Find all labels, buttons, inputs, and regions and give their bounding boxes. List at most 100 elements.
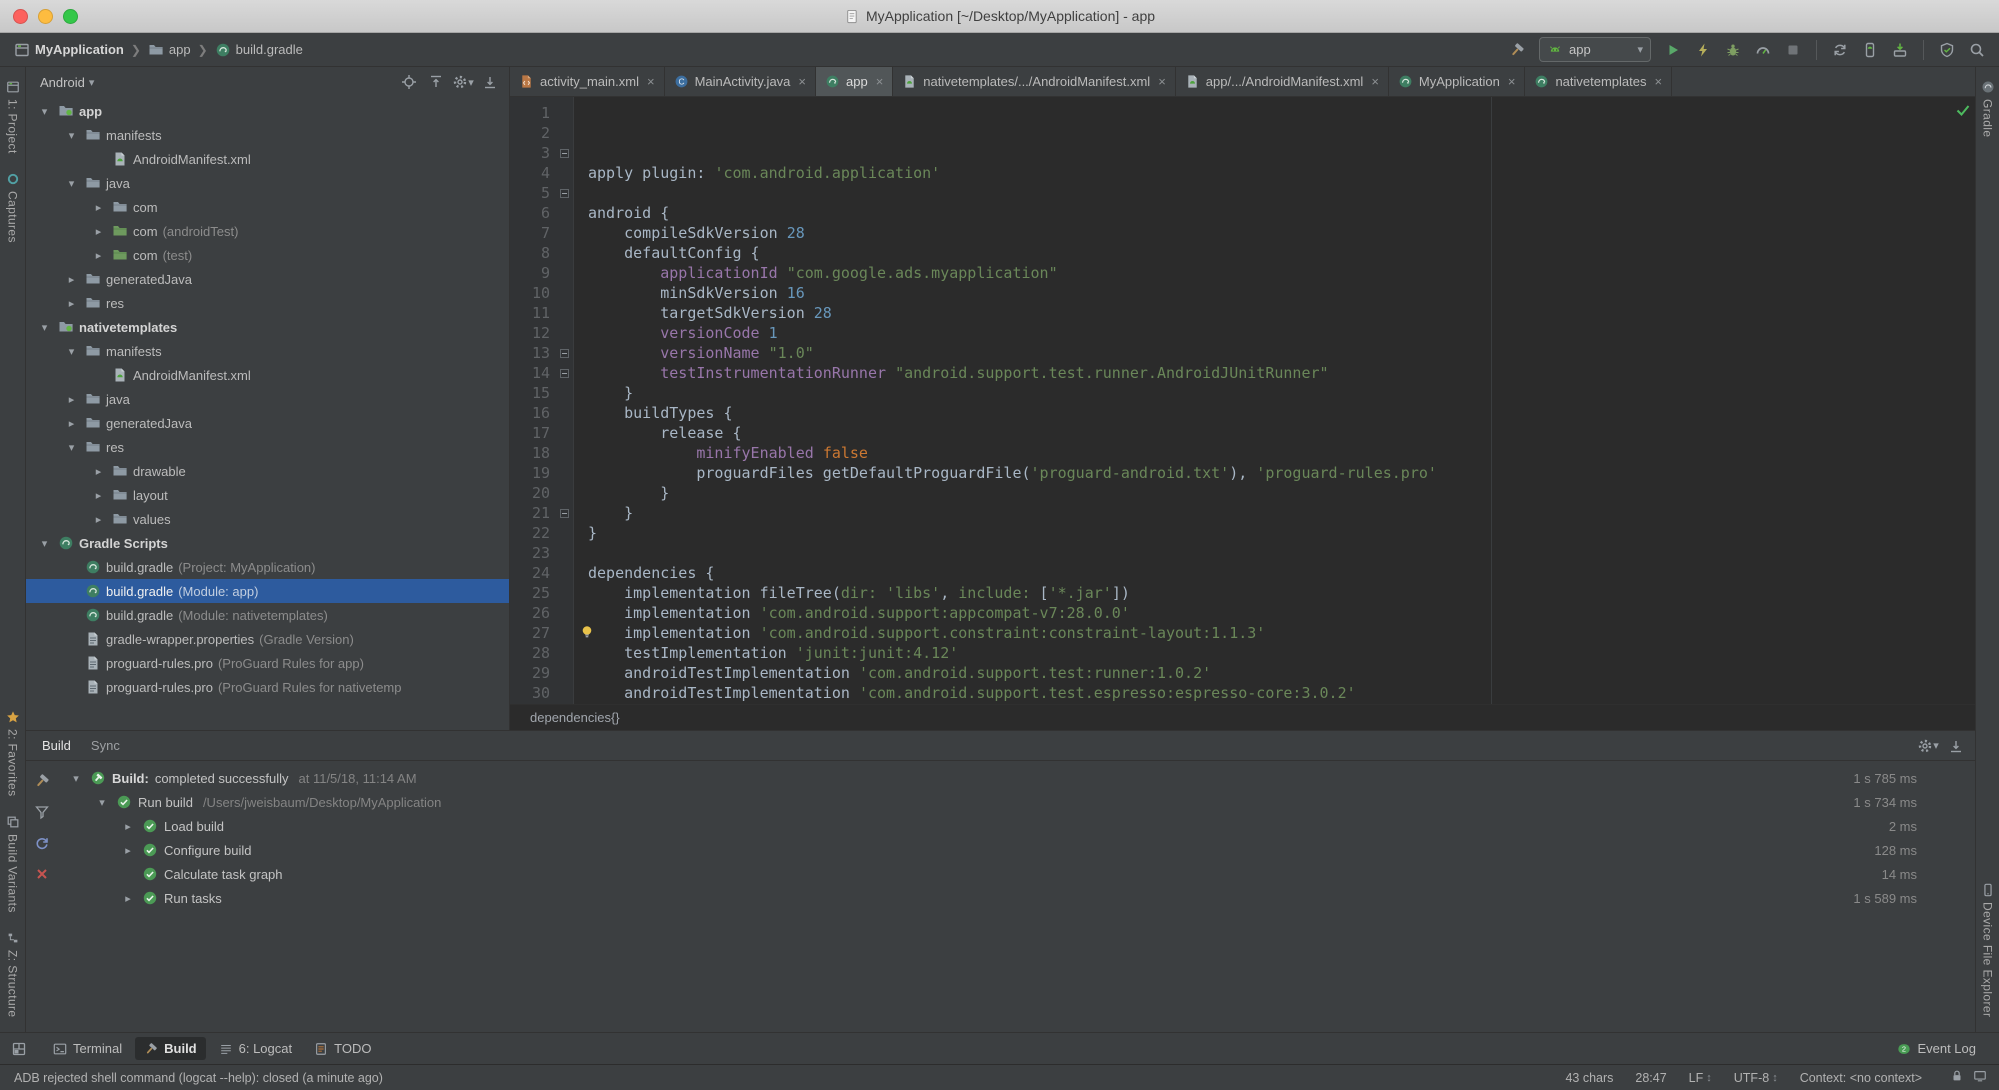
build-panel-tab-build[interactable]: Build xyxy=(42,738,71,753)
stop-build-button[interactable] xyxy=(32,864,52,884)
code-editor[interactable]: apply plugin: 'com.android.application' a… xyxy=(574,97,1975,704)
tool-button-z-structure[interactable]: Z: Structure xyxy=(6,922,20,1026)
build-tree-row-run-tasks[interactable]: ▸ Run tasks 1 s 589 ms xyxy=(58,886,1975,910)
tree-expanded-arrow-icon[interactable]: ▾ xyxy=(63,129,80,142)
fold-marker-icon[interactable] xyxy=(559,348,569,358)
project-tree-item-values[interactable]: ▸ values xyxy=(26,507,509,531)
project-tree-item-build-gradle-module-nativetemplates[interactable]: build.gradle (Module: nativetemplates) xyxy=(26,603,509,627)
tree-collapsed-arrow-icon[interactable]: ▸ xyxy=(120,892,136,905)
project-tree-item-res[interactable]: ▸ res xyxy=(26,291,509,315)
tree-expanded-arrow-icon[interactable]: ▾ xyxy=(63,345,80,358)
tool-button-2-favorites[interactable]: 2: Favorites xyxy=(6,701,20,806)
tree-collapsed-arrow-icon[interactable]: ▸ xyxy=(63,393,80,406)
code-line[interactable]: } xyxy=(588,523,1975,543)
tree-collapsed-arrow-icon[interactable]: ▸ xyxy=(63,417,80,430)
tool-button-1-project[interactable]: 1: Project xyxy=(6,71,20,163)
project-tree-item-res[interactable]: ▾ res xyxy=(26,435,509,459)
code-line[interactable]: dependencies { xyxy=(588,563,1975,583)
sdk-manager-button[interactable] xyxy=(1888,38,1912,62)
breadcrumb-item-myapplication[interactable]: MyApplication xyxy=(14,42,124,58)
code-line[interactable]: androidTestImplementation 'com.android.s… xyxy=(588,663,1975,683)
fold-marker-icon[interactable] xyxy=(559,188,569,198)
editor-tab-nativetemplates[interactable]: nativetemplates × xyxy=(1525,67,1673,96)
project-tree-item-java[interactable]: ▸ java xyxy=(26,387,509,411)
code-line[interactable]: testInstrumentationRunner "android.suppo… xyxy=(588,363,1975,383)
tree-collapsed-arrow-icon[interactable]: ▸ xyxy=(90,201,107,214)
editor-tab-app[interactable]: app × xyxy=(816,67,894,96)
tool-button-gradle[interactable]: Gradle xyxy=(1981,71,1995,146)
rerun-build-button[interactable] xyxy=(32,771,52,791)
breadcrumb-item-app[interactable]: app xyxy=(148,42,191,58)
code-line[interactable]: versionCode 1 xyxy=(588,323,1975,343)
code-line[interactable]: apply plugin: 'com.android.application' xyxy=(588,163,1975,183)
tool-window-switcher-button[interactable] xyxy=(8,1038,30,1060)
build-tree-row-calculate-task-graph[interactable]: Calculate task graph 14 ms xyxy=(58,862,1975,886)
editor-tab-app-androidmanifest-xml[interactable]: app/.../AndroidManifest.xml × xyxy=(1176,67,1389,96)
code-line[interactable]: implementation 'com.android.support.cons… xyxy=(588,623,1975,643)
project-tree-item-androidmanifest-xml[interactable]: AndroidManifest.xml xyxy=(26,147,509,171)
code-line[interactable]: versionName "1.0" xyxy=(588,343,1975,363)
code-line[interactable]: } xyxy=(588,483,1975,503)
code-line[interactable] xyxy=(588,183,1975,203)
tree-collapsed-arrow-icon[interactable]: ▸ xyxy=(90,249,107,262)
code-line[interactable]: android { xyxy=(588,203,1975,223)
close-tab-icon[interactable]: × xyxy=(876,74,884,89)
project-tree-item-proguard-rules-pro-proguard-rules-for-app[interactable]: proguard-rules.pro (ProGuard Rules for ap… xyxy=(26,651,509,675)
status-widget-utf-8[interactable]: UTF-8 ↕ xyxy=(1734,1071,1778,1085)
tool-window-button-build[interactable]: Build xyxy=(135,1037,206,1060)
tree-expanded-arrow-icon[interactable]: ▾ xyxy=(63,441,80,454)
project-tree-item-generatedjava[interactable]: ▸ generatedJava xyxy=(26,267,509,291)
make-project-button[interactable] xyxy=(1505,38,1529,62)
tree-expanded-arrow-icon[interactable]: ▾ xyxy=(94,796,110,809)
profile-button[interactable] xyxy=(1751,38,1775,62)
project-tree-item-drawable[interactable]: ▸ drawable xyxy=(26,459,509,483)
status-widget-context-no-context[interactable]: Context: <no context> xyxy=(1800,1071,1922,1085)
editor-tab-myapplication[interactable]: MyApplication × xyxy=(1389,67,1526,96)
tool-window-button-terminal[interactable]: Terminal xyxy=(44,1037,131,1060)
tree-expanded-arrow-icon[interactable]: ▾ xyxy=(68,772,84,785)
write-lock-button[interactable] xyxy=(1950,1069,1964,1086)
code-line[interactable] xyxy=(588,543,1975,563)
tree-collapsed-arrow-icon[interactable]: ▸ xyxy=(90,465,107,478)
project-view-selector[interactable]: Android xyxy=(40,75,85,90)
project-tree-item-com-androidtest[interactable]: ▸ com (androidTest) xyxy=(26,219,509,243)
code-line[interactable]: testImplementation 'junit:junit:4.12' xyxy=(588,643,1975,663)
sync-project-gradle-button[interactable] xyxy=(1828,38,1852,62)
code-line[interactable]: } xyxy=(588,383,1975,403)
close-window-button[interactable] xyxy=(13,8,28,24)
tree-expanded-arrow-icon[interactable]: ▾ xyxy=(63,177,80,190)
tool-button-device-file-explorer[interactable]: Device File Explorer xyxy=(1981,874,1995,1026)
tool-window-button-todo[interactable]: TODO xyxy=(305,1037,380,1060)
project-tree-item-androidmanifest-xml[interactable]: AndroidManifest.xml xyxy=(26,363,509,387)
code-line[interactable]: proguardFiles getDefaultProguardFile('pr… xyxy=(588,463,1975,483)
tree-collapsed-arrow-icon[interactable]: ▸ xyxy=(90,489,107,502)
tool-button-captures[interactable]: Captures xyxy=(6,163,20,252)
minimize-window-button[interactable] xyxy=(38,8,53,24)
restart-build-button[interactable] xyxy=(32,833,52,853)
tool-window-button-event-log[interactable]: 2 Event Log xyxy=(1888,1037,1985,1060)
locate-file-button[interactable] xyxy=(400,73,418,91)
build-tree-row-build[interactable]: ▾ Build: completed successfully at 11/5/18… xyxy=(58,766,1975,790)
collapse-all-button[interactable] xyxy=(427,73,445,91)
fold-marker-icon[interactable] xyxy=(559,368,569,378)
tool-button-build-variants[interactable]: Build Variants xyxy=(6,806,20,922)
editor-tab-mainactivity-java[interactable]: C MainActivity.java × xyxy=(665,67,816,96)
project-tree-item-build-gradle-project-myapplication[interactable]: build.gradle (Project: MyApplication) xyxy=(26,555,509,579)
project-tree-item-java[interactable]: ▾ java xyxy=(26,171,509,195)
editor-tab-activity-main-xml[interactable]: activity_main.xml × xyxy=(510,67,665,96)
fold-marker-icon[interactable] xyxy=(559,148,569,158)
code-line[interactable]: defaultConfig { xyxy=(588,243,1975,263)
project-tree-item-com[interactable]: ▸ com xyxy=(26,195,509,219)
code-line[interactable]: androidTestImplementation 'com.android.s… xyxy=(588,683,1975,703)
tree-expanded-arrow-icon[interactable]: ▾ xyxy=(36,321,53,334)
code-line[interactable]: implementation project(':nativetemplates… xyxy=(588,703,1975,704)
project-tree-item-manifests[interactable]: ▾ manifests xyxy=(26,339,509,363)
run-configuration-selector[interactable]: app ▾ xyxy=(1539,37,1651,62)
build-tree-row-load-build[interactable]: ▸ Load build 2 ms xyxy=(58,814,1975,838)
run-button[interactable] xyxy=(1661,38,1685,62)
search-everywhere-button[interactable] xyxy=(1965,38,1989,62)
close-tab-icon[interactable]: × xyxy=(1508,74,1516,89)
project-tree-item-com-test[interactable]: ▸ com (test) xyxy=(26,243,509,267)
build-settings-button[interactable]: ▾ xyxy=(1919,737,1939,755)
project-tree-item-layout[interactable]: ▸ layout xyxy=(26,483,509,507)
